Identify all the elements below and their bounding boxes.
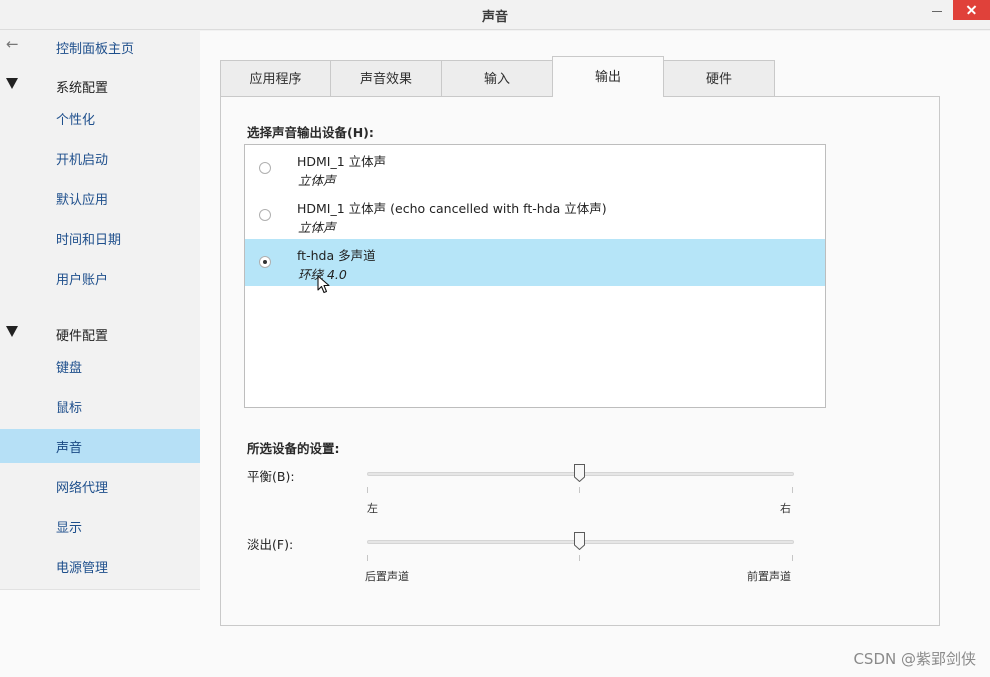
sidebar-item-mouse[interactable]: 鼠标 bbox=[0, 389, 200, 423]
balance-left-label: 左 bbox=[367, 502, 378, 515]
tab-output[interactable]: 输出 bbox=[552, 56, 664, 97]
sidebar-item-network-proxy[interactable]: 网络代理 bbox=[0, 469, 200, 503]
fade-slider-thumb[interactable] bbox=[574, 532, 585, 550]
balance-right-label: 右 bbox=[780, 502, 791, 515]
balance-tick-left bbox=[367, 487, 368, 493]
fade-tick-center bbox=[579, 555, 580, 561]
fade-tick-right bbox=[792, 555, 793, 561]
balance-label: 平衡(B): bbox=[247, 469, 295, 484]
sidebar-item-display[interactable]: 显示 bbox=[0, 509, 200, 543]
fade-label: 淡出(F): bbox=[247, 537, 294, 552]
control-panel-home-label[interactable]: 控制面板主页 bbox=[56, 38, 134, 57]
sidebar-item-personalization[interactable]: 个性化 bbox=[0, 101, 200, 135]
control-panel-home-link[interactable]: ← 控制面板主页 bbox=[0, 31, 200, 63]
sidebar-item-keyboard[interactable]: 键盘 bbox=[0, 349, 200, 383]
sidebar-item-default-apps[interactable]: 默认应用 bbox=[0, 181, 200, 215]
device-settings-label: 所选设备的设置: bbox=[247, 441, 340, 456]
tab-hardware[interactable]: 硬件 bbox=[663, 60, 775, 97]
sidebar-item-label[interactable]: 鼠标 bbox=[56, 397, 82, 416]
group-hardware-config[interactable]: 硬件配置 bbox=[0, 319, 200, 349]
sidebar-footer bbox=[0, 589, 200, 677]
fade-left-label: 后置声道 bbox=[365, 570, 409, 583]
sidebar-item-label[interactable]: 个性化 bbox=[56, 109, 95, 128]
tab-sound-effects[interactable]: 声音效果 bbox=[330, 60, 442, 97]
fade-right-label: 前置声道 bbox=[747, 570, 791, 583]
minimize-button[interactable] bbox=[930, 3, 944, 17]
output-panel: 选择声音输出设备(H): HDMI_1 立体声 立体声 HDMI_1 立体声 (… bbox=[220, 96, 940, 626]
watermark-text: CSDN @紫郢剑侠 bbox=[853, 650, 976, 668]
radio-button[interactable] bbox=[259, 162, 271, 174]
fade-tick-left bbox=[367, 555, 368, 561]
back-arrow-icon[interactable]: ← bbox=[6, 35, 19, 53]
sidebar-item-sound[interactable]: 声音 bbox=[0, 429, 200, 463]
balance-tick-center bbox=[579, 487, 580, 493]
device-profile: 立体声 bbox=[298, 220, 336, 235]
output-device-list[interactable]: HDMI_1 立体声 立体声 HDMI_1 立体声 (echo cancelle… bbox=[244, 144, 826, 408]
device-select-label: 选择声音输出设备(H): bbox=[247, 125, 374, 140]
balance-tick-right bbox=[792, 487, 793, 493]
window-title: 声音 bbox=[481, 10, 508, 25]
device-name: HDMI_1 立体声 bbox=[297, 154, 387, 169]
sidebar-item-label[interactable]: 电源管理 bbox=[56, 557, 108, 576]
device-name: HDMI_1 立体声 (echo cancelled with ft-hda 立… bbox=[297, 201, 607, 216]
main-content: 应用程序 声音效果 输入 输出 硬件 选择声音输出设备(H): HDMI_1 立… bbox=[200, 31, 990, 677]
tab-applications[interactable]: 应用程序 bbox=[220, 60, 331, 97]
sidebar-item-user-accounts[interactable]: 用户账户 bbox=[0, 261, 200, 295]
sidebar: ← 控制面板主页 系统配置 个性化 开机启动 默认应用 时间和日期 用户账户 硬… bbox=[0, 31, 200, 677]
tab-input[interactable]: 输入 bbox=[441, 60, 553, 97]
sidebar-item-label[interactable]: 显示 bbox=[56, 517, 82, 536]
device-option[interactable]: HDMI_1 立体声 (echo cancelled with ft-hda 立… bbox=[245, 192, 825, 239]
balance-slider-thumb[interactable] bbox=[574, 464, 585, 482]
sidebar-item-label[interactable]: 网络代理 bbox=[56, 477, 108, 496]
device-name: ft-hda 多声道 bbox=[297, 248, 376, 263]
sidebar-item-label[interactable]: 声音 bbox=[56, 437, 82, 456]
group-label: 系统配置 bbox=[56, 81, 109, 96]
sidebar-item-label[interactable]: 键盘 bbox=[56, 357, 82, 376]
device-option[interactable]: HDMI_1 立体声 立体声 bbox=[245, 145, 825, 192]
expand-triangle-icon[interactable] bbox=[6, 78, 18, 89]
sidebar-item-label[interactable]: 用户账户 bbox=[56, 269, 108, 288]
title-bar: 声音 bbox=[0, 0, 990, 30]
sidebar-item-startup[interactable]: 开机启动 bbox=[0, 141, 200, 175]
sidebar-item-power-management[interactable]: 电源管理 bbox=[0, 549, 200, 583]
group-system-config[interactable]: 系统配置 bbox=[0, 71, 200, 101]
sidebar-item-label[interactable]: 开机启动 bbox=[56, 149, 108, 168]
radio-button-checked[interactable] bbox=[259, 256, 271, 268]
device-option-selected[interactable]: ft-hda 多声道 环绕 4.0 bbox=[245, 239, 825, 286]
group-label: 硬件配置 bbox=[56, 329, 109, 344]
sidebar-item-label[interactable]: 默认应用 bbox=[56, 189, 108, 208]
sidebar-item-label[interactable]: 时间和日期 bbox=[56, 229, 121, 248]
device-profile: 立体声 bbox=[298, 173, 336, 188]
sidebar-item-date-time[interactable]: 时间和日期 bbox=[0, 221, 200, 255]
radio-button[interactable] bbox=[259, 209, 271, 221]
mouse-pointer-icon bbox=[317, 275, 330, 294]
expand-triangle-icon[interactable] bbox=[6, 326, 18, 337]
close-button[interactable] bbox=[953, 0, 990, 20]
